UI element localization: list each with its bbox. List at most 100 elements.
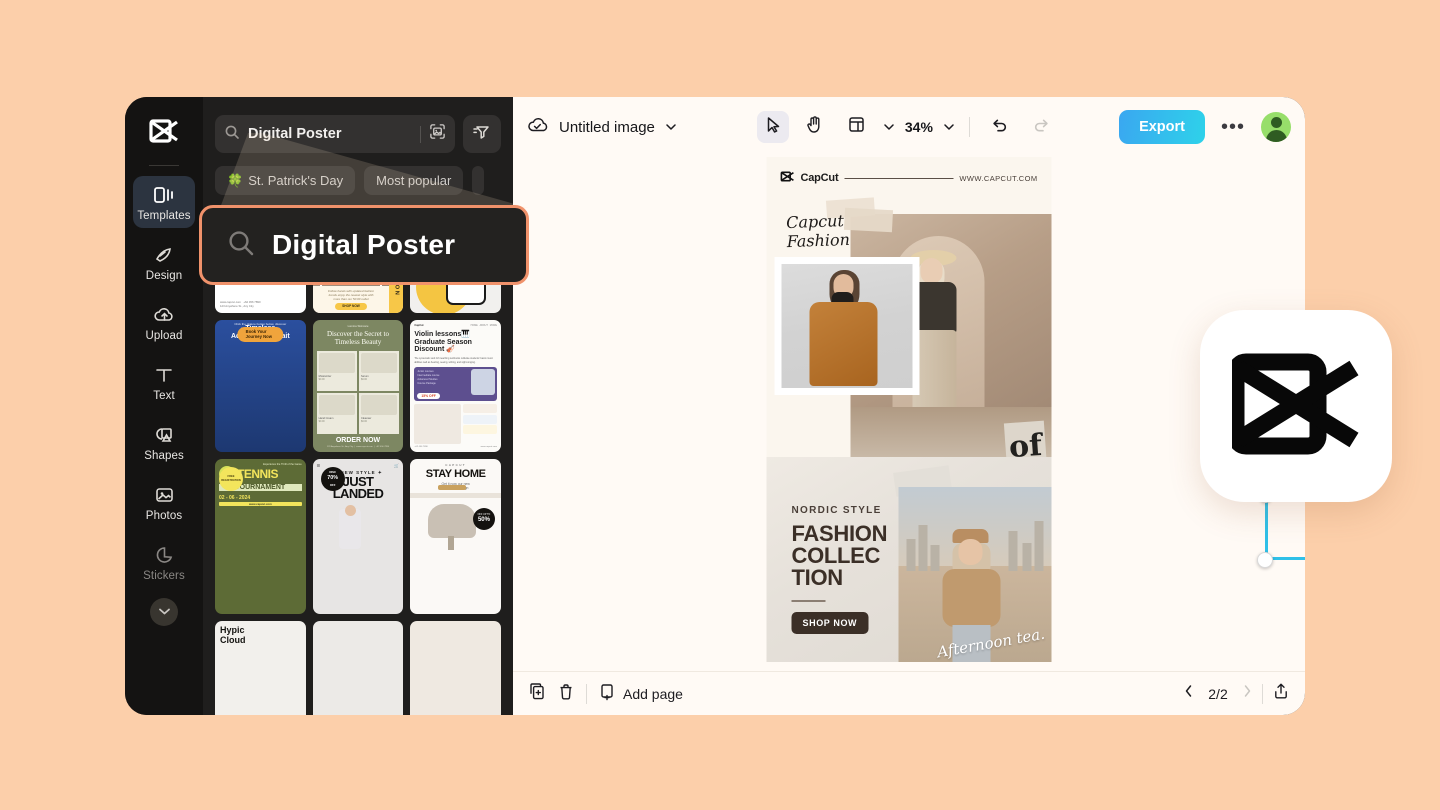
page-indicator: 2/2: [1208, 685, 1228, 702]
sidebar-item-stickers[interactable]: Stickers: [133, 536, 195, 588]
poster-paper-scrap: [843, 207, 894, 233]
sidebar-item-upload[interactable]: Upload: [133, 296, 195, 348]
template-thumb-timeless-adventures[interactable]: TimelessAdventures Await Click the pictu…: [215, 319, 306, 452]
capcut-editor-window: Templates Design Upload Text Shapes Phot…: [125, 97, 1305, 715]
template-thumb-hypic-cloud[interactable]: Hypic Cloud: [215, 621, 306, 715]
bottombar-divider: [1262, 683, 1263, 704]
hand-tool-button[interactable]: [799, 111, 831, 143]
redo-icon: [1033, 117, 1050, 138]
script-line-2: Fashion: [786, 229, 851, 251]
sidebar-item-label: Text: [153, 390, 175, 402]
filter-chips: 🍀 St. Patrick's Day Most popular: [215, 166, 501, 195]
chevron-down-icon[interactable]: [665, 118, 677, 136]
editor-bottombar: Add page 2/2: [513, 671, 1305, 715]
shop-now-button[interactable]: SHOP NOW: [791, 612, 869, 634]
add-page-label: Add page: [623, 685, 683, 702]
search-row: Digital Poster: [215, 115, 501, 153]
page-layout-button[interactable]: [841, 111, 873, 143]
poster-headline: FASHION COLLEC TION: [792, 523, 888, 589]
template-thumb-just-landed-fashion[interactable]: ☰ 🛒 ✦ NEW STYLE ✦ JUST LANDED DISC 70% OFF: [312, 458, 404, 615]
image-search-icon[interactable]: [429, 123, 446, 145]
thumb-title: STAY HOME: [425, 467, 486, 480]
sidebar-item-templates[interactable]: Templates: [133, 176, 195, 228]
thumb-cta: Book Your Journey Now: [237, 326, 283, 342]
chip-overflow[interactable]: [472, 166, 485, 195]
undo-button[interactable]: [984, 111, 1016, 143]
search-magnifier-callout: Digital Poster: [199, 205, 529, 285]
search-input[interactable]: Digital Poster: [215, 115, 455, 153]
poster-text-block: NORDIC STYLE FASHION COLLEC TION SHOP NO…: [791, 505, 888, 634]
capcut-app-badge: [1200, 310, 1392, 502]
avatar[interactable]: [1261, 112, 1291, 142]
hand-pan-icon: [806, 115, 823, 139]
chevron-down-icon: [158, 603, 171, 621]
sidebar-item-shapes[interactable]: Shapes: [133, 416, 195, 468]
thumb-cta: ORDER NOW: [335, 436, 381, 444]
zoom-level[interactable]: 34%: [905, 119, 933, 135]
expand-more-button[interactable]: [150, 598, 178, 626]
search-icon: [224, 124, 240, 145]
poster-selected-image[interactable]: [774, 257, 920, 395]
sidebar-item-design[interactable]: Design: [133, 236, 195, 288]
chevron-down-icon[interactable]: [883, 118, 895, 136]
chip-label: Most popular: [376, 173, 452, 188]
thumb-title: TENNIS: [237, 466, 279, 481]
add-page-button[interactable]: Add page: [599, 683, 683, 704]
select-tool-button[interactable]: [756, 111, 789, 143]
add-page-icon: [599, 683, 616, 704]
template-thumb-stay-home-furniture[interactable]: CAPCUT STAY HOME Get it now our newprodu…: [410, 458, 501, 615]
poster-script-title[interactable]: Capcut Fashion: [786, 211, 851, 252]
toolbar-divider: [968, 117, 970, 137]
upload-cloud-icon: [153, 303, 176, 327]
template-thumb-placeholder-12[interactable]: [410, 621, 501, 715]
sidebar-item-label: Photos: [145, 510, 183, 522]
redo-button[interactable]: [1026, 111, 1058, 143]
document-title[interactable]: Untitled image: [559, 119, 655, 136]
cloud-saved-icon: [527, 115, 549, 140]
sidebar-item-label: Stickers: [143, 570, 185, 582]
templates-panel: Digital Poster 🍀 St. Patrick's Day Most …: [203, 97, 513, 715]
template-thumb-violin-lessons[interactable]: CapCut HOME ABOUT MORE Violin lessons🎹 Gra…: [410, 319, 501, 452]
headline-line-3: TION: [791, 565, 844, 590]
share-upload-button[interactable]: [1273, 682, 1289, 705]
templates-icon: [153, 183, 175, 207]
clover-icon: 🍀: [227, 172, 244, 188]
filter-sort-button[interactable]: [463, 115, 501, 153]
more-options-button[interactable]: •••: [1217, 116, 1249, 139]
chevron-down-icon[interactable]: [943, 118, 955, 136]
template-thumb-lumina-skincare[interactable]: Lumina Skincare Discover the Secret to Ti…: [312, 319, 404, 452]
template-thumb-tennis-tournament[interactable]: Experience the Thrill of the Game TENNIS…: [215, 458, 306, 615]
capcut-logo-icon[interactable]: [141, 111, 187, 151]
chip-st-patricks-day[interactable]: 🍀 St. Patrick's Day: [215, 166, 356, 195]
filter-sort-icon: [473, 123, 491, 146]
canvas-area[interactable]: CapCut WWW.CAPCUT.COM Capcut Fashion of …: [513, 157, 1305, 671]
duplicate-page-button[interactable]: [529, 683, 546, 704]
capcut-logo-icon: [780, 169, 795, 187]
next-page-button[interactable]: [1243, 684, 1252, 703]
sidebar-item-text[interactable]: Text: [133, 356, 195, 408]
chip-most-popular[interactable]: Most popular: [364, 166, 464, 195]
poster-brand: CapCut: [800, 172, 839, 184]
thumb-title: Violin lessons🎹 Graduate Season Discount 🎻: [414, 330, 472, 354]
trash-icon: [558, 683, 574, 704]
cursor-select-icon: [765, 116, 781, 139]
callout-text: Digital Poster: [272, 229, 456, 260]
prev-page-button[interactable]: [1184, 684, 1193, 703]
sidebar-item-photos[interactable]: Photos: [133, 476, 195, 528]
poster-document[interactable]: CapCut WWW.CAPCUT.COM Capcut Fashion of …: [766, 157, 1052, 662]
editor-topbar: Untitled image 34% Export •••: [513, 97, 1305, 157]
poster-divider: [791, 600, 826, 602]
template-thumb-placeholder-11[interactable]: [312, 621, 404, 715]
export-button[interactable]: Export: [1119, 110, 1205, 144]
shapes-icon: [153, 423, 175, 447]
thumb-title: Discover the Secret to Timeless Beauty: [326, 329, 389, 347]
handle-bottom-left[interactable]: [1257, 552, 1273, 568]
rail-divider: [149, 165, 179, 166]
delete-page-button[interactable]: [558, 683, 574, 704]
search-icon: [226, 228, 256, 263]
poster-eyebrow: NORDIC STYLE: [791, 505, 882, 516]
sidebar-item-label: Shapes: [144, 450, 184, 462]
text-icon: [154, 363, 174, 387]
photos-icon: [154, 483, 175, 507]
poster-url: WWW.CAPCUT.COM: [959, 173, 1038, 183]
